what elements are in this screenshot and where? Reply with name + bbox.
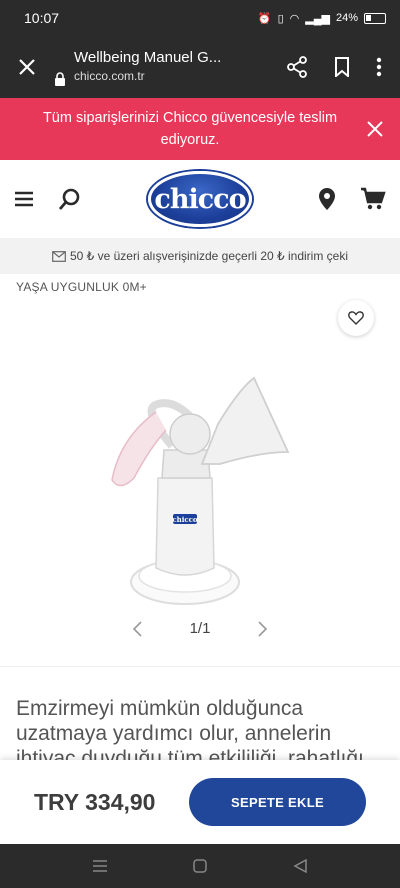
age-suitability: YAŞA UYGUNLUK 0M+ — [16, 280, 147, 294]
page-title: Wellbeing Manuel G... — [74, 49, 222, 66]
android-nav-bar — [0, 844, 400, 888]
promo-banner: Tüm siparişlerinizi Chicco güvencesiyle … — [0, 98, 400, 160]
cart-icon[interactable] — [360, 187, 386, 211]
close-icon — [367, 121, 383, 137]
page-indicator: 1/1 — [189, 620, 211, 637]
purchase-bar: TRY 334,90 SEPETE EKLE — [0, 760, 400, 844]
heart-icon — [348, 311, 364, 325]
store-locator-icon[interactable] — [318, 187, 336, 211]
browser-toolbar: Wellbeing Manuel G... chicco.com.tr — [0, 36, 400, 98]
vibrate-icon: ▯ — [277, 12, 284, 25]
alarm-icon: ⏰ — [257, 12, 272, 25]
promo-text: Tüm siparişlerinizi Chicco güvencesiyle … — [42, 110, 338, 148]
battery-icon — [364, 12, 386, 24]
hamburger-menu-icon[interactable] — [14, 191, 34, 207]
status-bar: 10:07 ⏰ ▯ ◠ ▂▄▆ 24% — [0, 0, 400, 36]
lock-icon — [55, 72, 65, 86]
wishlist-button[interactable] — [338, 300, 374, 336]
close-tab-button[interactable] — [0, 58, 54, 76]
site-header: chicco — [0, 160, 400, 238]
search-icon[interactable] — [58, 187, 82, 211]
divider — [0, 666, 400, 667]
mail-icon — [52, 250, 66, 262]
address-area[interactable]: Wellbeing Manuel G... chicco.com.tr — [54, 48, 286, 86]
bookmark-icon[interactable] — [334, 57, 350, 77]
chicco-logo[interactable]: chicco — [148, 171, 252, 227]
add-to-cart-button[interactable]: SEPETE EKLE — [189, 778, 366, 826]
more-menu-icon[interactable] — [376, 57, 382, 77]
home-icon[interactable] — [193, 859, 207, 873]
chevron-right-icon[interactable] — [258, 620, 268, 637]
status-time: 10:07 — [24, 10, 60, 26]
share-icon[interactable] — [286, 56, 308, 78]
product-price: TRY 334,90 — [34, 788, 156, 815]
page-url: chicco.com.tr — [74, 69, 145, 83]
battery-percent: 24% — [335, 12, 358, 24]
product-image: chicco — [111, 376, 290, 605]
promo-close-button[interactable] — [350, 121, 400, 137]
discount-text: 50 ₺ ve üzeri alışverişinizde geçerli 20… — [69, 249, 349, 263]
image-pager: 1/1 — [0, 620, 400, 637]
product-description: Emzirmeyi mümkün olduğunca uzatmaya yard… — [16, 697, 364, 760]
wifi-icon: ◠ — [289, 12, 300, 25]
recent-apps-icon[interactable] — [93, 860, 107, 872]
status-icons: ⏰ ▯ ◠ ▂▄▆ 24% — [258, 12, 386, 25]
close-icon — [19, 59, 35, 75]
back-icon[interactable] — [293, 859, 307, 873]
bottle-brand-label: chicco — [172, 515, 198, 524]
chevron-left-icon[interactable] — [132, 620, 142, 637]
discount-strip: 50 ₺ ve üzeri alışverişinizde geçerli 20… — [0, 238, 400, 274]
signal-icon: ▂▄▆ — [305, 12, 330, 25]
